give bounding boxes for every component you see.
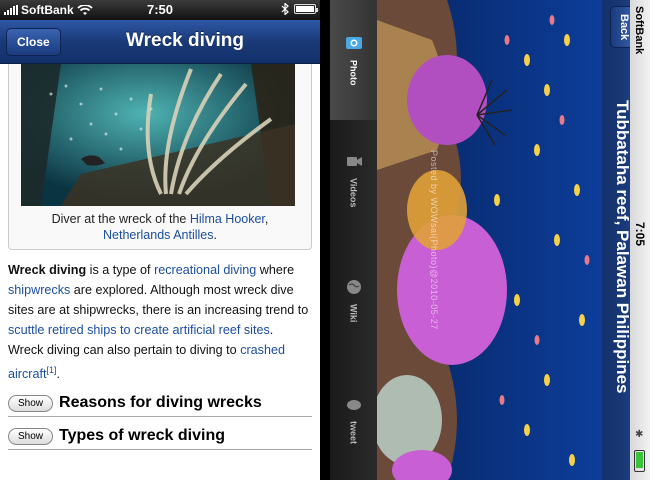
wreck-photo-image	[21, 64, 295, 206]
reef-photo-image	[377, 0, 602, 480]
section-title: Reasons for diving wrecks	[59, 394, 262, 412]
intro-text-1: is a type of	[86, 263, 155, 277]
link-recreational-diving[interactable]: recreational diving	[154, 263, 256, 277]
caption-end: .	[213, 228, 217, 242]
section-types: Show Types of wreck diving	[8, 427, 312, 451]
section-reasons: Show Reasons for diving wrecks	[8, 394, 312, 418]
article-content[interactable]: Diver at the wreck of the Hilma Hooker, N…	[0, 64, 320, 480]
page-title: Wreck diving	[126, 30, 244, 51]
bird-icon	[346, 400, 361, 411]
clock: 7:50	[146, 2, 174, 17]
tab-label: tweet	[348, 421, 359, 445]
battery-icon	[634, 450, 645, 472]
tab-videos[interactable]: Videos	[330, 120, 377, 240]
status-bar: SoftBank 7:50	[0, 0, 320, 20]
navigation-bar: Close Wreck diving	[0, 20, 320, 64]
photo-credit: Posted by WOWsai(Photo)@2010-05-27	[429, 150, 439, 330]
globe-icon	[346, 279, 361, 294]
photo-icon	[345, 37, 362, 50]
caption-text: Diver at the wreck of the	[51, 212, 190, 226]
status-bar: SoftBank 7:05 ✱	[630, 0, 650, 480]
video-camera-icon	[346, 157, 362, 167]
link-artificial-reef[interactable]: scuttle retired ships to create artifici…	[8, 323, 270, 337]
wiki-screen: SoftBank 7:50 Close Wreck diving Diver a…	[0, 0, 320, 480]
tab-bar: Photo Videos Wiki tweet	[330, 0, 377, 480]
clock: 7:05	[633, 222, 647, 247]
close-button[interactable]: Close	[6, 28, 61, 56]
link-netherlands-antilles[interactable]: Netherlands Antilles	[103, 228, 213, 242]
show-button[interactable]: Show	[8, 394, 54, 412]
intro-text-5: .	[56, 367, 61, 382]
back-label: Back	[618, 13, 630, 41]
tab-label: Videos	[348, 178, 359, 208]
photo-screen: Photo Videos Wiki tweet Posted by WOWsai…	[330, 0, 650, 480]
figure-caption: Diver at the wreck of the Hilma Hooker, N…	[21, 211, 299, 243]
link-hilma-hooker[interactable]: Hilma Hooker	[190, 212, 265, 226]
article-figure: Diver at the wreck of the Hilma Hooker, N…	[8, 64, 312, 250]
bluetooth-icon	[281, 3, 289, 15]
section-title: Types of wreck diving	[59, 427, 225, 445]
tab-label: Wiki	[348, 303, 359, 323]
term-bold: Wreck diving	[8, 263, 87, 277]
tab-label: Photo	[348, 60, 359, 86]
intro-text-2: where	[256, 263, 295, 277]
show-button[interactable]: Show	[8, 427, 54, 445]
photo-title: Tubbataha reef, Palawan Philippines	[613, 100, 632, 394]
reef-photo[interactable]: Posted by WOWsai(Photo)@2010-05-27	[377, 0, 602, 480]
battery-icon	[294, 4, 318, 14]
intro-paragraph: Wreck diving is a type of recreational d…	[8, 260, 312, 384]
bluetooth-icon: ✱	[635, 429, 644, 440]
wreck-photo[interactable]	[21, 64, 295, 206]
tab-photo[interactable]: Photo	[330, 0, 377, 120]
link-shipwrecks[interactable]: shipwrecks	[8, 283, 70, 297]
caption-separator: ,	[264, 212, 269, 226]
tab-tweet[interactable]: tweet	[330, 360, 377, 480]
reference-link[interactable]: [1]	[47, 365, 57, 375]
carrier-name: SoftBank	[633, 6, 645, 55]
tab-wiki[interactable]: Wiki	[330, 240, 377, 360]
